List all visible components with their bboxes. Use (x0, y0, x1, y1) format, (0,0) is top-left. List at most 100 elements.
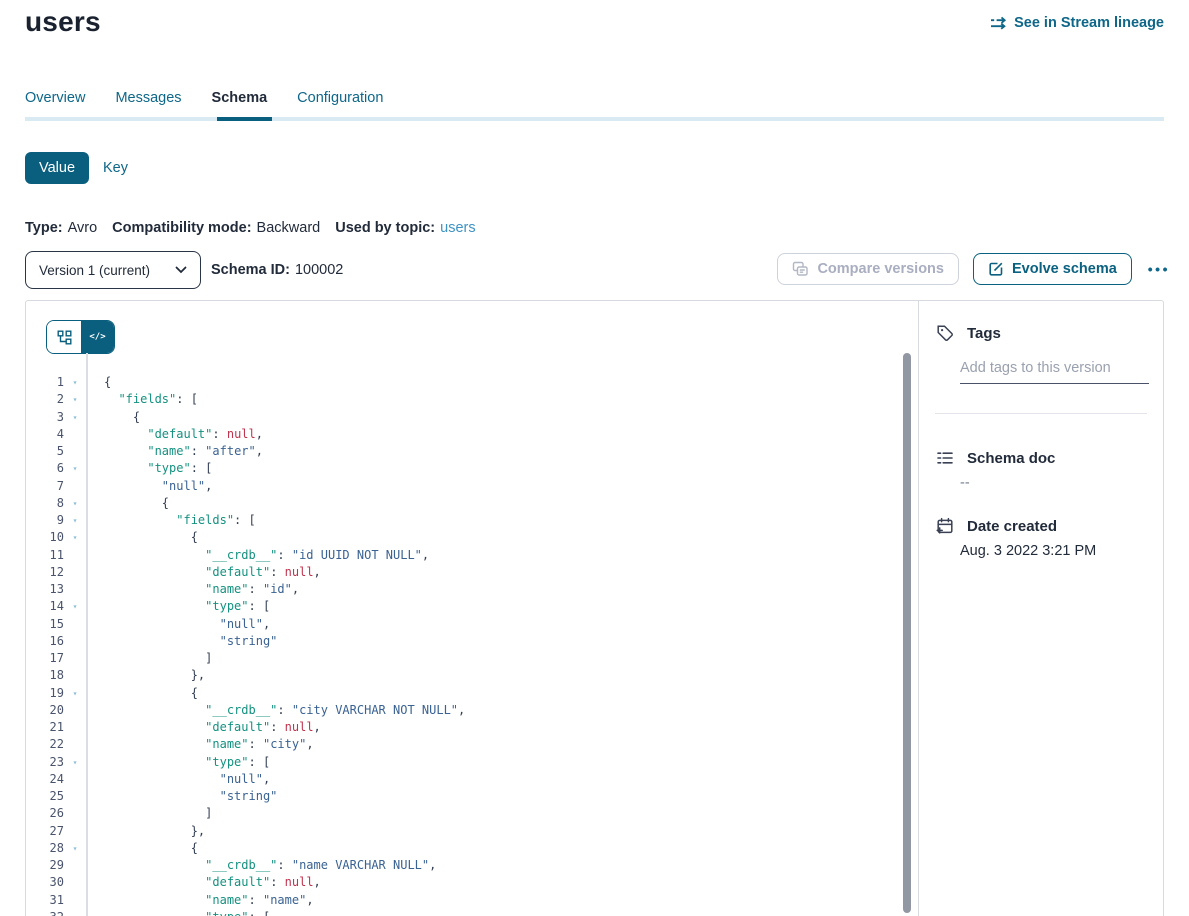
fold-arrow-icon[interactable]: ▾ (64, 840, 86, 857)
code-line: 21 "default": null, (26, 719, 904, 736)
tag-icon (936, 324, 954, 342)
fold-spacer (64, 581, 86, 598)
line-number: 20 (26, 702, 64, 719)
tab-messages[interactable]: Messages (115, 90, 181, 106)
code-line: 29 "__crdb__": "name VARCHAR NULL", (26, 857, 904, 874)
line-number: 28 (26, 840, 64, 857)
fold-arrow-icon[interactable]: ▾ (64, 598, 86, 615)
line-number: 26 (26, 805, 64, 822)
code-text: "null", (86, 478, 212, 495)
topic-link[interactable]: users (440, 220, 475, 236)
code-text: "type": [ (86, 909, 270, 916)
fold-spacer (64, 805, 86, 822)
line-number: 18 (26, 667, 64, 684)
line-number: 4 (26, 426, 64, 443)
tab-schema[interactable]: Schema (212, 90, 268, 106)
code-line: 28▾ { (26, 840, 904, 857)
code-text: "type": [ (86, 460, 212, 477)
line-number: 2 (26, 391, 64, 408)
code-line: 22 "name": "city", (26, 736, 904, 753)
date-created-title: Date created (967, 518, 1057, 535)
fold-arrow-icon[interactable]: ▾ (64, 391, 86, 408)
code-text: "default": null, (86, 426, 263, 443)
more-options-button[interactable]: ••• (1146, 257, 1172, 281)
stream-lineage-link[interactable]: See in Stream lineage (990, 15, 1164, 31)
code-text: "type": [ (86, 598, 270, 615)
compare-versions-button[interactable]: Compare versions (777, 253, 959, 285)
code-text: "name": "after", (86, 443, 263, 460)
line-number: 6 (26, 460, 64, 477)
code-view-icon: </> (89, 332, 105, 342)
code-text: "fields": [ (86, 391, 198, 408)
line-number: 5 (26, 443, 64, 460)
code-text: "__crdb__": "city VARCHAR NOT NULL", (86, 702, 465, 719)
schema-doc-header: Schema doc (936, 449, 1055, 467)
fold-spacer (64, 736, 86, 753)
tab-overview[interactable]: Overview (25, 90, 85, 106)
key-toggle-button[interactable]: Key (103, 160, 128, 176)
stream-lineage-label: See in Stream lineage (1014, 15, 1164, 31)
code-text: "default": null, (86, 719, 321, 736)
code-line: 15 "null", (26, 616, 904, 633)
tab-configuration[interactable]: Configuration (297, 90, 383, 106)
compatibility-label: Compatibility mode: (112, 220, 251, 236)
fold-spacer (64, 771, 86, 788)
code-line: 2▾ "fields": [ (26, 391, 904, 408)
code-lines: 1▾{2▾ "fields": [3▾ {4 "default": null,5… (26, 374, 904, 916)
page-title: users (25, 6, 101, 38)
line-number: 30 (26, 874, 64, 891)
meta-type: Type: Avro (25, 220, 97, 236)
line-number: 27 (26, 823, 64, 840)
line-number: 14 (26, 598, 64, 615)
fold-arrow-icon[interactable]: ▾ (64, 374, 86, 391)
line-number: 1 (26, 374, 64, 391)
value-toggle-button[interactable]: Value (25, 152, 89, 184)
code-line: 20 "__crdb__": "city VARCHAR NOT NULL", (26, 702, 904, 719)
code-text: "fields": [ (86, 512, 256, 529)
fold-spacer (64, 547, 86, 564)
code-view-button[interactable]: </> (81, 321, 114, 353)
code-viewer: </> 1▾{2▾ "fields": [3▾ {4 "default": nu… (26, 301, 918, 916)
tab-track (25, 117, 1164, 121)
stream-lineage-icon (990, 16, 1007, 30)
fold-arrow-icon[interactable]: ▾ (64, 909, 86, 916)
version-select[interactable]: Version 1 (current) (25, 251, 201, 289)
code-line: 12 "default": null, (26, 564, 904, 581)
tags-section-header: Tags (936, 324, 1001, 342)
line-number: 7 (26, 478, 64, 495)
fold-spacer (64, 667, 86, 684)
line-number: 32 (26, 909, 64, 916)
fold-arrow-icon[interactable]: ▾ (64, 512, 86, 529)
evolve-schema-button[interactable]: Evolve schema (973, 253, 1132, 285)
line-number: 25 (26, 788, 64, 805)
fold-arrow-icon[interactable]: ▾ (64, 529, 86, 546)
fold-spacer (64, 650, 86, 667)
line-number: 29 (26, 857, 64, 874)
fold-arrow-icon[interactable]: ▾ (64, 495, 86, 512)
code-line: 18 }, (26, 667, 904, 684)
line-number: 13 (26, 581, 64, 598)
fold-arrow-icon[interactable]: ▾ (64, 685, 86, 702)
type-value: Avro (68, 220, 98, 236)
code-scrollbar[interactable] (903, 353, 911, 913)
fold-arrow-icon[interactable]: ▾ (64, 754, 86, 771)
code-text: { (86, 529, 198, 546)
fold-arrow-icon[interactable]: ▾ (64, 409, 86, 426)
tags-input[interactable] (960, 360, 1149, 384)
code-line: 24 "null", (26, 771, 904, 788)
line-number: 8 (26, 495, 64, 512)
meta-compatibility: Compatibility mode: Backward (112, 220, 320, 236)
tree-view-button[interactable] (47, 321, 81, 353)
fold-spacer (64, 564, 86, 581)
line-number: 22 (26, 736, 64, 753)
code-text: "default": null, (86, 564, 321, 581)
schema-meta-row: Type: Avro Compatibility mode: Backward … (25, 220, 476, 236)
code-text: "__crdb__": "name VARCHAR NULL", (86, 857, 436, 874)
code-text: "default": null, (86, 874, 321, 891)
code-text: "__crdb__": "id UUID NOT NULL", (86, 547, 429, 564)
tree-view-icon (57, 330, 72, 345)
fold-arrow-icon[interactable]: ▾ (64, 460, 86, 477)
code-line: 14▾ "type": [ (26, 598, 904, 615)
code-text: ] (86, 650, 212, 667)
edit-icon (988, 261, 1004, 277)
